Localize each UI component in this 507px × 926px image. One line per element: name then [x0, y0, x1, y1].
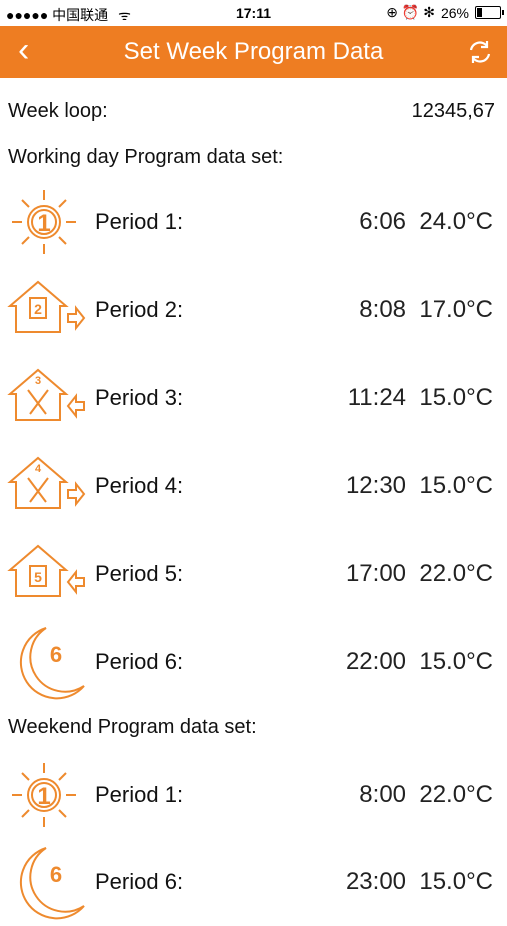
house-meal-leave-icon: 4 [7, 456, 86, 509]
period-value[interactable]: 17:00 22.0°C [346, 560, 493, 588]
period-time: 8:00 [359, 781, 407, 808]
working-period-row[interactable]: 5 Period 5: 17:00 22.0°C [0, 530, 507, 618]
period-value[interactable]: 11:24 15.0°C [348, 384, 493, 412]
period-temp: 22.0°C [419, 781, 493, 808]
period-label: Period 3: [95, 385, 184, 410]
period-time: 17:00 [345, 560, 407, 587]
refresh-icon[interactable] [465, 37, 495, 67]
sun-icon: 1 [12, 190, 76, 254]
battery-percent: 26% [440, 4, 469, 21]
svg-text:6: 6 [50, 862, 62, 887]
svg-text:1: 1 [37, 783, 50, 810]
sun-icon: 1 [12, 763, 76, 827]
svg-text:6: 6 [50, 642, 62, 667]
working-period-row[interactable]: 4 Period 4: 12:30 15.0°C [0, 442, 507, 530]
weekend-heading: Weekend Program data set: [8, 716, 257, 738]
period-label: Period 4: [95, 473, 184, 498]
period-temp: 15.0°C [419, 472, 493, 499]
period-time: 11:24 [347, 384, 407, 411]
moon-icon: 6 [19, 847, 85, 920]
nav-bar: ‹ Set Week Program Data [0, 26, 507, 78]
period-label: Period 6: [95, 649, 184, 674]
period-value[interactable]: 12:30 15.0°C [346, 472, 493, 500]
status-icons: ⊕ ⏰ ✻ [386, 4, 435, 20]
period-value[interactable]: 8:08 17.0°C [359, 296, 493, 324]
working-period-row[interactable]: 1 Period 1: 6:06 24.0°C [0, 178, 507, 266]
period-temp: 17.0°C [419, 296, 493, 323]
svg-text:2: 2 [34, 301, 42, 317]
weekend-period-row[interactable]: 6 Period 6: 23:00 15.0°C [0, 838, 507, 926]
week-loop-label: Week loop: [8, 100, 108, 122]
period-label: Period 6: [95, 869, 184, 894]
period-temp: 24.0°C [419, 208, 493, 235]
period-value[interactable]: 22:00 15.0°C [346, 648, 493, 676]
period-label: Period 1: [95, 782, 184, 807]
period-value[interactable]: 23:00 15.0°C [346, 868, 493, 896]
period-temp: 15.0°C [419, 868, 493, 895]
house-return-icon: 5 [7, 544, 85, 597]
svg-text:1: 1 [37, 210, 50, 237]
period-time: 12:30 [345, 472, 407, 499]
period-time: 6:06 [359, 208, 407, 235]
status-right: ⊕ ⏰ ✻ 26% [386, 4, 504, 21]
battery-icon [475, 6, 504, 19]
period-time: 22:00 [345, 648, 407, 675]
svg-text:3: 3 [35, 375, 41, 387]
period-temp: 22.0°C [419, 560, 493, 587]
period-temp: 15.0°C [419, 384, 493, 411]
house-meal-return-icon: 3 [7, 368, 85, 421]
page-title: Set Week Program Data [123, 38, 384, 65]
period-value[interactable]: 6:06 24.0°C [359, 208, 493, 236]
status-bar: ●●●●● 中国联通 ᯤ 17:11 ⊕ ⏰ ✻ 26% [0, 0, 507, 26]
working-day-heading: Working day Program data set: [8, 146, 284, 168]
working-period-row[interactable]: 6 Period 6: 22:00 15.0°C [0, 618, 507, 706]
svg-text:4: 4 [35, 463, 42, 475]
period-time: 23:00 [345, 868, 407, 895]
period-time: 8:08 [359, 296, 407, 323]
period-temp: 15.0°C [419, 648, 493, 675]
period-label: Period 1: [95, 209, 184, 234]
period-value[interactable]: 8:00 22.0°C [359, 781, 493, 809]
working-period-row[interactable]: 2 Period 2: 8:08 17.0°C [0, 266, 507, 354]
weekend-period-row[interactable]: 1 Period 1: 8:00 22.0°C [0, 751, 507, 839]
week-loop-value[interactable]: 12345,67 [412, 100, 495, 123]
house-leave-icon: 2 [7, 280, 86, 333]
period-label: Period 2: [95, 297, 184, 322]
working-period-row[interactable]: 3 Period 3: 11:24 15.0°C [0, 354, 507, 442]
moon-icon: 6 [19, 627, 85, 700]
svg-text:5: 5 [34, 569, 42, 585]
period-label: Period 5: [95, 561, 184, 586]
